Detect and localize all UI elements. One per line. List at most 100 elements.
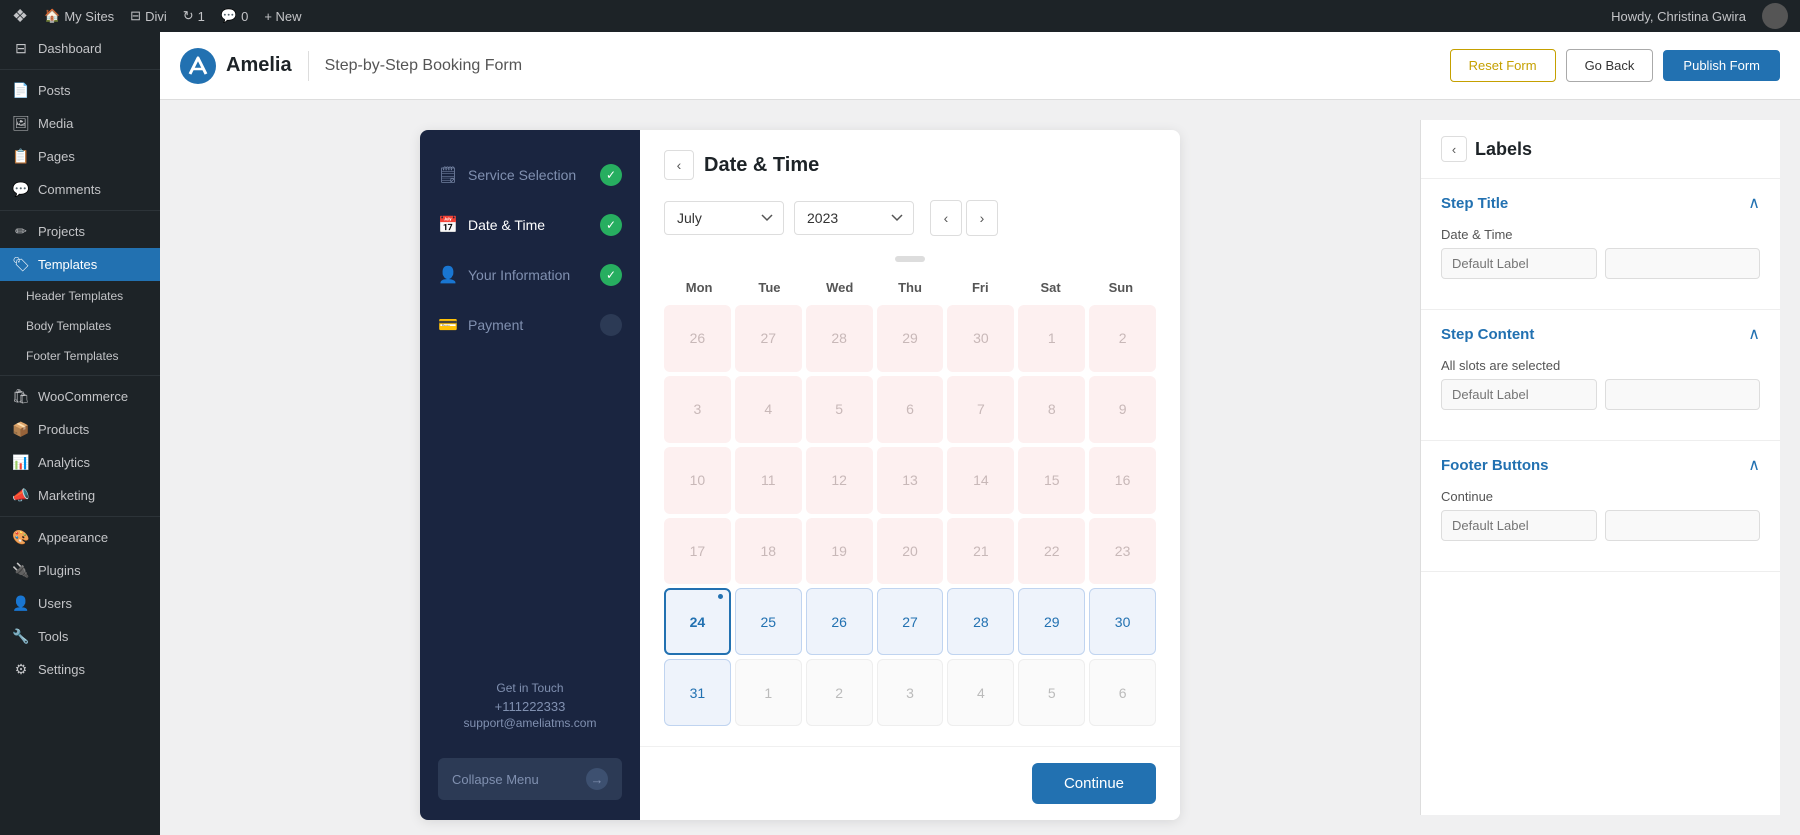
cal-day-26[interactable]: 26 [806,588,873,655]
contact-phone: +111222333 [438,699,622,714]
sidebar-item-header-templates[interactable]: Header Templates [0,281,160,311]
step-your-information[interactable]: 👤 Your Information ✓ [420,250,640,300]
cal-day-6: 6 [877,376,944,443]
label-section-step-title: Step Title ∧ Date & Time [1421,179,1780,310]
cal-day-2-a: 2 [1089,305,1156,372]
admin-bar-new[interactable]: + New [264,9,301,24]
today-dot [718,594,723,599]
wp-logo-icon: ❖ [12,6,28,27]
cal-day-8: 8 [1018,376,1085,443]
continue-button[interactable]: Continue [1032,763,1156,804]
sidebar-item-marketing[interactable]: 📣 Marketing [0,479,160,512]
cal-day-30[interactable]: 30 [1089,588,1156,655]
calendar-section: ‹ Date & Time July August September [640,130,1180,820]
cal-day-4: 4 [735,376,802,443]
step-payment[interactable]: 💳 Payment [420,300,640,350]
sidebar-item-analytics[interactable]: 📊 Analytics [0,446,160,479]
admin-bar-comments[interactable]: 💬 0 [221,8,248,24]
sidebar-item-users[interactable]: 👤 Users [0,587,160,620]
sidebar-item-pages[interactable]: 📋 Pages [0,140,160,173]
booking-area: 🗒 Service Selection ✓ 📅 Date & Time ✓ 👤 … [160,100,1800,835]
step-content-toggle-icon: ∧ [1748,324,1760,344]
date-time-default-input[interactable] [1441,248,1597,279]
datetime-check-icon: ✓ [600,214,622,236]
year-select[interactable]: 2023 2024 [794,201,914,235]
collapse-menu-button[interactable]: Collapse Menu → [438,758,622,800]
cal-day-2-next: 2 [806,659,873,726]
all-slots-custom-input[interactable] [1605,379,1761,410]
admin-bar-mysites[interactable]: 🏠 My Sites [44,8,114,24]
admin-bar-updates[interactable]: ↻ 1 [183,8,205,24]
cal-day-22: 22 [1018,518,1085,585]
divi-icon: ⊟ [130,8,141,24]
calendar-next-button[interactable]: › [966,200,998,236]
amelia-logo-icon [180,48,216,84]
sidebar-item-plugins[interactable]: 🔌 Plugins [0,554,160,587]
admin-bar: ❖ 🏠 My Sites ⊟ Divi ↻ 1 💬 0 + New Howdy,… [0,0,1800,32]
cal-day-28[interactable]: 28 [947,588,1014,655]
continue-custom-input[interactable] [1605,510,1761,541]
sidebar-item-appearance[interactable]: 🎨 Appearance [0,521,160,554]
publish-form-button[interactable]: Publish Form [1663,50,1780,81]
cal-day-1-a: 1 [1018,305,1085,372]
sidebar-item-media[interactable]: 🖼 Media [0,107,160,140]
header-actions: Reset Form Go Back Publish Form [1450,49,1780,82]
datetime-step-icon: 📅 [438,215,458,235]
labels-back-button[interactable]: ‹ [1441,136,1467,162]
cal-day-4-next: 4 [947,659,1014,726]
plugin-header: Amelia Step-by-Step Booking Form Reset F… [160,32,1800,100]
woocommerce-icon: 🛍 [12,388,30,405]
cal-day-24[interactable]: 24 [664,588,731,655]
sidebar-item-projects[interactable]: ✏ Projects [0,215,160,248]
header-divider [308,51,309,81]
step-service-selection[interactable]: 🗒 Service Selection ✓ [420,150,640,200]
step-content-section-header[interactable]: Step Content ∧ [1421,310,1780,358]
cal-day-20: 20 [877,518,944,585]
cal-day-31[interactable]: 31 [664,659,731,726]
calendar-back-button[interactable]: ‹ [664,150,694,180]
cal-day-3: 3 [664,376,731,443]
sidebar-item-posts[interactable]: 📄 Posts [0,74,160,107]
cal-day-25[interactable]: 25 [735,588,802,655]
sidebar-item-woocommerce[interactable]: 🛍 WooCommerce [0,380,160,413]
label-row-date-time: Date & Time [1441,227,1760,279]
sidebar-item-body-templates[interactable]: Body Templates [0,311,160,341]
calendar-header-row: ‹ Date & Time [664,150,1156,180]
projects-icon: ✏ [12,223,30,240]
plugin-title: Step-by-Step Booking Form [325,57,522,75]
service-check-icon: ✓ [600,164,622,186]
sidebar-item-dashboard[interactable]: ⊟ Dashboard [0,32,160,65]
footer-buttons-section-header[interactable]: Footer Buttons ∧ [1421,441,1780,489]
cal-day-7: 7 [947,376,1014,443]
cal-day-16: 16 [1089,447,1156,514]
cal-day-23: 23 [1089,518,1156,585]
step-date-time[interactable]: 📅 Date & Time ✓ [420,200,640,250]
calendar-prev-button[interactable]: ‹ [930,200,962,236]
sidebar-item-tools[interactable]: 🔧 Tools [0,620,160,653]
go-back-button[interactable]: Go Back [1566,49,1654,82]
sidebar-item-settings[interactable]: ⚙ Settings [0,653,160,686]
form-preview: 🗒 Service Selection ✓ 📅 Date & Time ✓ 👤 … [180,120,1420,815]
all-slots-default-input[interactable] [1441,379,1597,410]
sidebar-item-footer-templates[interactable]: Footer Templates [0,341,160,371]
comments-icon: 💬 [12,181,30,198]
house-icon: 🏠 [44,8,60,24]
date-time-label-fields [1441,248,1760,279]
cal-day-13: 13 [877,447,944,514]
sidebar-item-comments[interactable]: 💬 Comments [0,173,160,206]
admin-bar-divi[interactable]: ⊟ Divi [130,8,167,24]
info-step-icon: 👤 [438,265,458,285]
step-title-section-content: Date & Time [1421,227,1780,309]
step-title-section-header[interactable]: Step Title ∧ [1421,179,1780,227]
reset-form-button[interactable]: Reset Form [1450,49,1556,82]
sidebar-item-products[interactable]: 📦 Products [0,413,160,446]
cal-day-29[interactable]: 29 [1018,588,1085,655]
date-time-custom-input[interactable] [1605,248,1761,279]
day-mon: Mon [664,274,734,301]
sidebar-item-templates[interactable]: 🏷 Templates [0,248,160,281]
cal-day-27[interactable]: 27 [877,588,944,655]
continue-default-input[interactable] [1441,510,1597,541]
continue-label-name: Continue [1441,489,1760,504]
booking-container: 🗒 Service Selection ✓ 📅 Date & Time ✓ 👤 … [420,130,1180,820]
month-select[interactable]: July August September [664,201,784,235]
